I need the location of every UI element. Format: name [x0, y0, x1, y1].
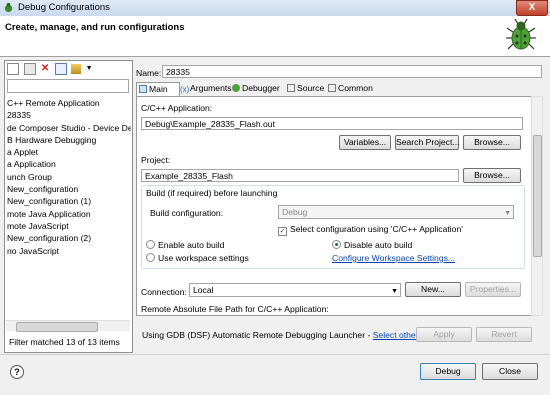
filter-icon[interactable] — [71, 64, 82, 74]
select-config-checkbox[interactable]: ✓ Select configuration using 'C/C++ Appli… — [278, 224, 463, 236]
build-configuration-value: Debug — [282, 207, 308, 217]
application-field[interactable]: Debug\Example_28335_Flash.out — [141, 117, 523, 130]
close-button[interactable]: Close — [482, 363, 538, 380]
browse-project-button[interactable]: Browse... — [463, 168, 521, 183]
tab-source-label: Source — [297, 83, 325, 93]
common-tab-icon — [328, 84, 336, 92]
radio-icon — [146, 253, 155, 262]
build-configuration-select[interactable]: Debug ▼ — [278, 205, 514, 219]
radio-selected-icon — [332, 240, 341, 249]
connection-value: Local — [193, 285, 214, 295]
select-config-label: Select configuration using 'C/C++ Applic… — [290, 224, 463, 234]
debugger-tab-icon — [232, 84, 240, 92]
filter-status: Filter matched 13 of 13 items — [9, 337, 120, 347]
window-title: Debug Configurations — [18, 2, 110, 13]
debug-bug-logo-icon — [506, 18, 536, 50]
tree-item[interactable]: New_configuration (2) — [7, 232, 131, 244]
disable-auto-build-label: Disable auto build — [344, 240, 413, 250]
dropdown-arrow-icon: ▼ — [504, 210, 511, 217]
duplicate-icon[interactable] — [23, 63, 36, 75]
browse-application-button[interactable]: Browse... — [463, 135, 521, 150]
enable-auto-build-radio[interactable]: Enable auto build — [146, 240, 224, 250]
main-tab-icon — [139, 85, 147, 93]
tab-main[interactable]: Main — [136, 82, 180, 97]
collapse-all-icon[interactable] — [54, 63, 67, 75]
tree-item[interactable]: C++ Remote Application — [7, 97, 131, 109]
launcher-text: Using GDB (DSF) Automatic Remote Debuggi… — [142, 330, 425, 340]
scrollbar-thumb[interactable] — [533, 135, 542, 257]
tree-item[interactable]: B Hardware Debugging — [7, 134, 131, 146]
build-group: Build (if required) before launching Bui… — [141, 185, 525, 269]
tab-common[interactable]: Common — [326, 82, 373, 95]
remote-path-label: Remote Absolute File Path for C/C++ Appl… — [141, 304, 329, 314]
tab-debugger[interactable]: Debugger — [230, 82, 280, 95]
search-project-button[interactable]: Search Project... — [395, 135, 460, 150]
tree-horizontal-scrollbar[interactable] — [6, 320, 130, 332]
banner-heading: Create, manage, and run configurations — [5, 22, 185, 33]
name-field[interactable]: 28335 — [162, 65, 542, 78]
source-tab-icon — [287, 84, 295, 92]
tree-item[interactable]: New_configuration (1) — [7, 195, 131, 207]
help-icon[interactable]: ? — [10, 365, 24, 379]
debug-bug-icon — [4, 2, 13, 13]
use-workspace-label: Use workspace settings — [158, 253, 249, 263]
arguments-tab-icon: (x) — [180, 85, 190, 94]
connection-select[interactable]: Local ▼ — [189, 283, 401, 297]
tab-arguments[interactable]: (x)Arguments — [178, 82, 232, 95]
variables-button[interactable]: Variables... — [339, 135, 391, 150]
tree-item[interactable]: a Applet — [7, 146, 131, 158]
name-label: Name: — [136, 68, 162, 78]
filter-input[interactable] — [7, 79, 129, 93]
new-configuration-icon[interactable] — [7, 63, 19, 75]
window-close-button[interactable]: X — [516, 0, 548, 16]
tab-main-label: Main — [149, 84, 168, 94]
project-label: Project: — [141, 155, 171, 165]
properties-button[interactable]: Properties... — [465, 282, 521, 297]
revert-button[interactable]: Revert — [476, 327, 532, 342]
tab-debugger-label: Debugger — [242, 83, 280, 93]
tab-common-label: Common — [338, 83, 373, 93]
tree-item-selected[interactable]: 28335 — [7, 110, 31, 120]
delete-icon[interactable]: ✕ — [40, 64, 50, 74]
debug-button[interactable]: Debug — [420, 363, 476, 380]
banner: Create, manage, and run configurations — [0, 16, 550, 57]
tree-item[interactable]: de Composer Studio - Device De — [7, 122, 131, 134]
checkbox-checked-icon: ✓ — [278, 227, 287, 236]
tree-item[interactable]: mote Java Application — [7, 208, 131, 220]
configuration-tree-pane: ✕ ▼ C++ Remote Application 28335 de Comp… — [4, 60, 133, 353]
tree-item[interactable]: mote JavaScript — [7, 220, 131, 232]
tree-item[interactable]: unch Group — [7, 171, 131, 183]
project-field[interactable]: Example_28335_Flash — [141, 169, 459, 182]
launcher-description: Using GDB (DSF) Automatic Remote Debuggi… — [142, 330, 373, 340]
application-label: C/C++ Application: — [141, 103, 213, 113]
scrollbar-thumb[interactable] — [16, 322, 98, 332]
main-tab-vertical-scrollbar[interactable] — [531, 96, 543, 316]
radio-icon — [146, 240, 155, 249]
configure-workspace-link[interactable]: Configure Workspace Settings... — [332, 253, 455, 263]
tree-toolbar: ✕ ▼ — [7, 63, 130, 77]
enable-auto-build-label: Enable auto build — [158, 240, 225, 250]
new-connection-button[interactable]: New... — [405, 282, 461, 297]
disable-auto-build-radio[interactable]: Disable auto build — [332, 240, 412, 250]
title-bar: Debug Configurations X — [0, 0, 550, 17]
dialog-footer: ? Debug Close — [0, 354, 550, 395]
main-tab-content: C/C++ Application: Debug\Example_28335_F… — [136, 96, 532, 316]
build-configuration-label: Build configuration: — [150, 208, 224, 218]
tree-item[interactable]: a Application — [7, 158, 131, 170]
apply-button[interactable]: Apply — [416, 327, 472, 342]
tree-item[interactable]: New_configuration — [7, 183, 131, 195]
dropdown-arrow-icon: ▼ — [391, 288, 398, 295]
menu-chevron-icon[interactable]: ▼ — [86, 64, 96, 74]
tree-item[interactable]: no JavaScript — [7, 245, 131, 257]
use-workspace-radio[interactable]: Use workspace settings — [146, 253, 249, 263]
tab-arguments-label: Arguments — [190, 83, 232, 93]
configuration-editor: Name: 28335 Main (x)Arguments Debugger S… — [134, 60, 546, 351]
build-group-label: Build (if required) before launching — [146, 188, 278, 198]
configuration-tree: C++ Remote Application 28335 de Composer… — [7, 97, 131, 257]
tab-source[interactable]: Source — [285, 82, 324, 95]
connection-label: Connection: — [141, 287, 187, 297]
